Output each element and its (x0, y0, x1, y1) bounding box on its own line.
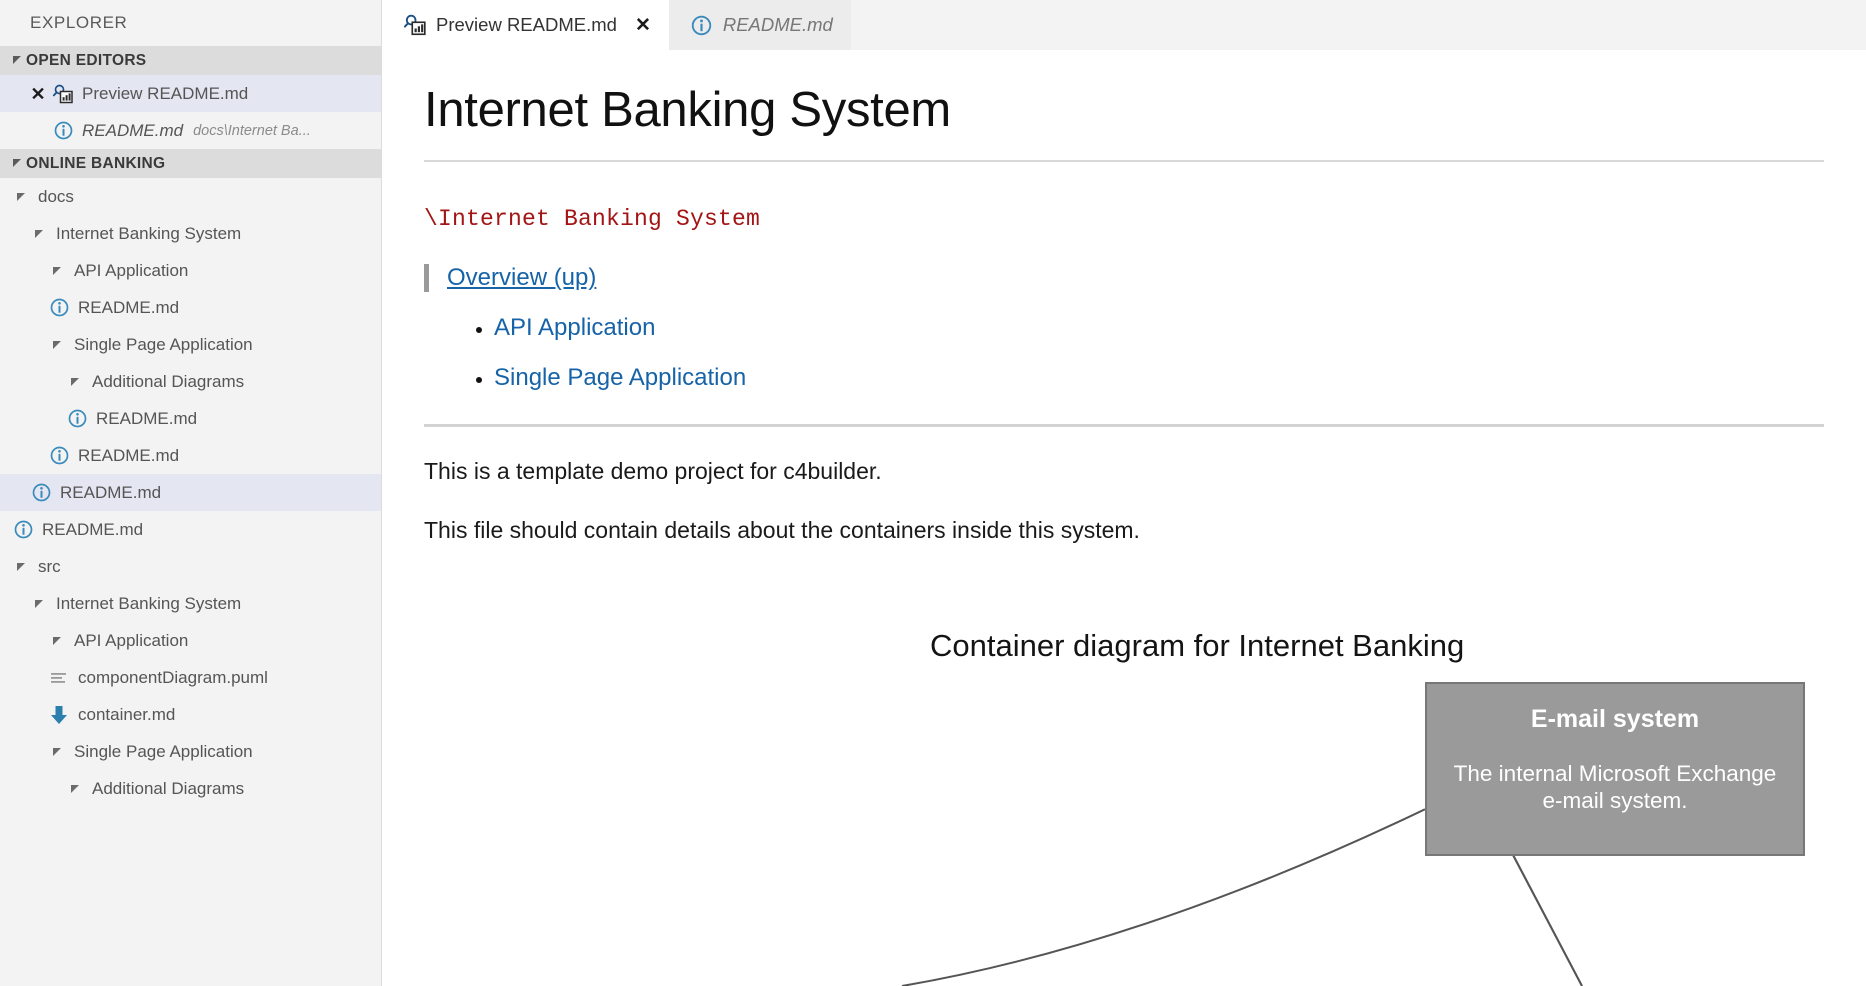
tree-item-docs[interactable]: docs (0, 178, 381, 215)
child-links-list: API Application Single Page Application (424, 314, 1866, 392)
file-tree: docs Internet Banking System API Applicati… (0, 178, 381, 807)
chevron-down-icon (46, 339, 68, 350)
chevron-down-icon (64, 376, 86, 387)
section-open-editors-label: OPEN EDITORS (26, 52, 147, 69)
tree-item-label: container.md (78, 704, 176, 724)
preview-icon (50, 83, 76, 105)
section-online-banking[interactable]: ONLINE BANKING (0, 149, 381, 178)
markdown-preview[interactable]: Internet Banking System \Internet Bankin… (382, 50, 1866, 986)
paragraph-detail: This file should contain details about t… (424, 517, 1140, 544)
tree-item-src[interactable]: src (0, 548, 381, 585)
tree-item-label: Additional Diagrams (92, 371, 245, 391)
tree-item-label: componentDiagram.puml (78, 667, 268, 687)
info-icon (46, 297, 72, 318)
close-icon[interactable]: ✕ (26, 85, 50, 103)
tab-preview-readme[interactable]: Preview README.md ✕ (382, 0, 669, 50)
tree-item-readme-md[interactable]: README.md (0, 511, 381, 548)
node-description: The internal Microsoft Exchange e-mail s… (1453, 760, 1777, 813)
section-online-banking-label: ONLINE BANKING (26, 155, 166, 172)
close-icon[interactable]: ✕ (635, 16, 651, 35)
vscode-window: EXPLORER OPEN EDITORS ✕ Preview README.m… (0, 0, 1866, 986)
node-title: E-mail system (1530, 705, 1700, 733)
tree-item-label: README.md (78, 445, 180, 465)
chevron-down-icon (10, 561, 32, 572)
page-title: Internet Banking System (424, 83, 951, 137)
chevron-down-icon (64, 783, 86, 794)
open-editor-path: docs\Internet Ba... (193, 122, 311, 139)
lines-icon (46, 668, 72, 688)
info-icon (689, 14, 715, 37)
overview-link[interactable]: Overview (up) (447, 264, 596, 291)
info-icon (64, 408, 90, 429)
chevron-down-icon (46, 746, 68, 757)
list-item: Single Page Application (494, 364, 1866, 392)
paragraph-intro: This is a template demo project for c4bu… (424, 458, 882, 485)
chevron-down-icon (46, 635, 68, 646)
open-editor-label: Preview README.md (82, 83, 249, 103)
tree-item-componentdiagram-puml[interactable]: componentDiagram.puml (0, 659, 381, 696)
inline-code-path: \Internet Banking System (424, 206, 761, 233)
tree-item-container-md[interactable]: container.md (0, 696, 381, 733)
open-editor-label: README.md (82, 120, 184, 140)
open-editor-readme[interactable]: README.md docs\Internet Ba... (0, 112, 381, 149)
tree-item-api-application[interactable]: API Application (0, 622, 381, 659)
info-icon (50, 120, 76, 141)
chevron-down-icon (28, 228, 50, 239)
open-editor-preview-readme[interactable]: ✕ Preview README.md (0, 75, 381, 112)
tree-item-label: docs (38, 186, 74, 206)
tree-item-single-page-application[interactable]: Single Page Application (0, 733, 381, 770)
section-open-editors[interactable]: OPEN EDITORS (0, 46, 381, 75)
tree-item-internet-banking-system[interactable]: Internet Banking System (0, 585, 381, 622)
editor-area: Preview README.md ✕ README.md Internet B… (382, 0, 1866, 986)
tree-item-label: README.md (42, 519, 144, 539)
chevron-down-icon (8, 54, 26, 65)
tree-item-internet-banking-system[interactable]: Internet Banking System (0, 215, 381, 252)
tree-item-readme-md[interactable]: README.md (0, 474, 381, 511)
chevron-down-icon (46, 265, 68, 276)
down-arrow-icon (46, 704, 72, 726)
chevron-down-icon (10, 191, 32, 202)
container-diagram: Container diagram for Internet Banking E… (382, 570, 1866, 986)
preview-icon (402, 13, 428, 37)
tree-item-label: Single Page Application (74, 334, 253, 354)
tab-bar: Preview README.md ✕ README.md (382, 0, 1866, 50)
tree-item-label: API Application (74, 630, 189, 650)
section-divider (424, 424, 1824, 428)
overview-blockquote: Overview (up) (424, 264, 1866, 293)
chevron-down-icon (28, 598, 50, 609)
tree-item-label: Additional Diagrams (92, 778, 245, 798)
diagram-node-email-system[interactable]: E-mail system The internal Microsoft Exc… (1425, 682, 1805, 856)
tree-item-label: README.md (96, 408, 198, 428)
tree-item-label: README.md (78, 297, 180, 317)
tree-item-readme-md[interactable]: README.md (0, 289, 381, 326)
title-divider (424, 160, 1824, 163)
tree-item-additional-diagrams[interactable]: Additional Diagrams (0, 770, 381, 807)
explorer-title: EXPLORER (0, 0, 381, 46)
tree-item-label: Single Page Application (74, 741, 253, 761)
info-icon (46, 445, 72, 466)
link-api-application[interactable]: API Application (494, 314, 655, 341)
tree-item-additional-diagrams[interactable]: Additional Diagrams (0, 363, 381, 400)
tab-label: README.md (722, 14, 833, 35)
tab-bar-filler (850, 0, 1866, 50)
tree-item-single-page-application[interactable]: Single Page Application (0, 326, 381, 363)
tree-item-label: src (38, 556, 61, 576)
info-icon (10, 519, 36, 540)
tree-item-label: README.md (60, 482, 162, 502)
tree-item-label: Internet Banking System (56, 593, 242, 613)
tab-label: Preview README.md (436, 14, 617, 35)
list-item: API Application (494, 314, 1866, 342)
chevron-down-icon (8, 157, 26, 168)
tree-item-label: Internet Banking System (56, 223, 242, 243)
link-single-page-application[interactable]: Single Page Application (494, 364, 746, 391)
explorer-sidebar: EXPLORER OPEN EDITORS ✕ Preview README.m… (0, 0, 382, 986)
info-icon (28, 482, 54, 503)
tree-item-api-application[interactable]: API Application (0, 252, 381, 289)
tree-item-readme-md[interactable]: README.md (0, 437, 381, 474)
tree-item-label: API Application (74, 260, 189, 280)
tab-readme[interactable]: README.md (668, 0, 851, 50)
tree-item-readme-md[interactable]: README.md (0, 400, 381, 437)
